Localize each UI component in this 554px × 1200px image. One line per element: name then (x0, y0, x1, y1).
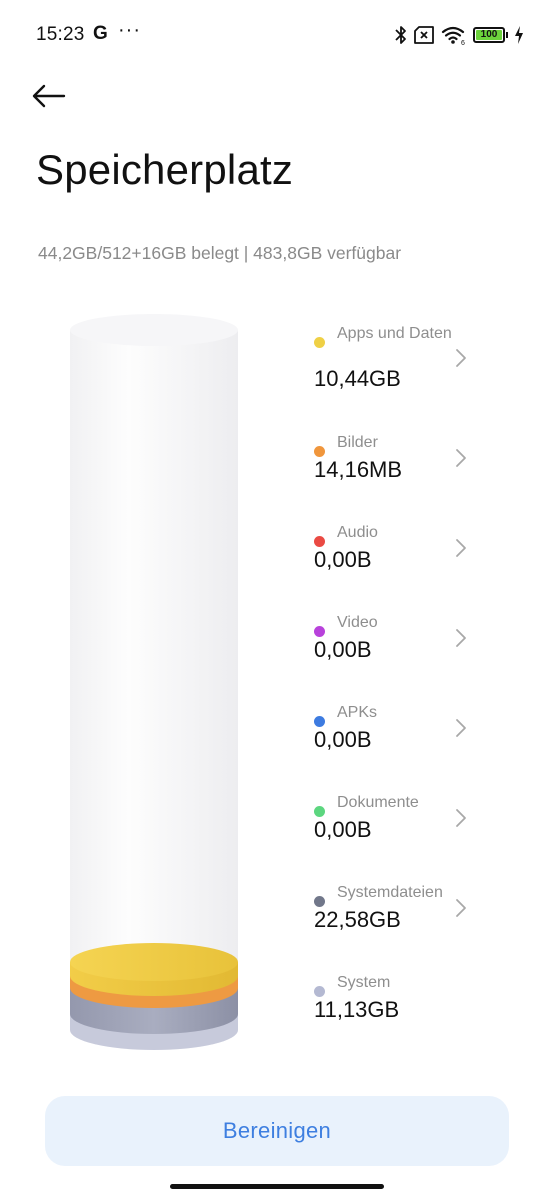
category-system: System 11,13GB (306, 967, 486, 1047)
category-apks[interactable]: APKs 0,00B (306, 697, 486, 777)
category-label: Systemdateien (337, 884, 443, 901)
segment-apps-top (70, 943, 238, 981)
category-systemdateien[interactable]: Systemdateien 22,58GB (306, 877, 486, 957)
status-time: 15:23 (36, 24, 85, 45)
storage-usage-summary: 44,2GB/512+16GB belegt | 483,8GB verfügb… (38, 243, 402, 263)
no-sim-icon (414, 26, 434, 44)
category-label: Apps und Daten (337, 325, 452, 342)
battery-icon: 100 (473, 27, 508, 43)
chevron-right-icon (456, 899, 466, 917)
category-size: 14,16MB (314, 457, 403, 482)
category-bilder[interactable]: Bilder 14,16MB (306, 427, 486, 507)
category-size: 10,44GB (314, 366, 401, 391)
chevron-right-icon (456, 809, 466, 827)
status-bar: 15:23 G ··· 6 100 (0, 0, 554, 70)
wifi-standard-label: 6 (461, 40, 465, 45)
category-size: 0,00B (314, 637, 372, 662)
chevron-right-icon (456, 449, 466, 467)
category-label: System (337, 974, 391, 991)
system-color-dot (314, 986, 325, 997)
category-size: 11,13GB (314, 997, 400, 1022)
back-arrow-icon (32, 84, 66, 108)
category-label: Bilder (337, 434, 378, 451)
category-apps-und-daten[interactable]: Apps und Daten 10,44GB (306, 318, 486, 398)
more-notifications-icon: ··· (118, 19, 141, 41)
clean-button[interactable]: Bereinigen (45, 1096, 509, 1166)
battery-level: 100 (476, 30, 502, 40)
category-size: 0,00B (314, 727, 372, 752)
clean-button-label: Bereinigen (222, 1118, 332, 1143)
category-label: Video (337, 614, 378, 631)
category-size: 0,00B (314, 547, 372, 572)
back-button[interactable] (32, 76, 80, 116)
storage-cylinder-chart (66, 308, 242, 1058)
bilder-color-dot (314, 446, 325, 457)
chevron-right-icon (456, 539, 466, 557)
category-label: Audio (337, 524, 378, 541)
category-video[interactable]: Video 0,00B (306, 607, 486, 687)
category-dokumente[interactable]: Dokumente 0,00B (306, 787, 486, 867)
category-size: 22,58GB (314, 907, 401, 932)
chevron-right-icon (456, 349, 466, 367)
dokumente-color-dot (314, 806, 325, 817)
home-indicator[interactable] (170, 1184, 384, 1189)
category-size: 0,00B (314, 817, 372, 842)
cylinder-top (70, 314, 238, 346)
apks-color-dot (314, 716, 325, 727)
status-icons: 6 100 (395, 24, 524, 46)
charging-icon (515, 26, 523, 44)
category-label: APKs (337, 704, 378, 721)
wifi-icon: 6 (441, 26, 465, 45)
bluetooth-icon (395, 26, 406, 44)
video-color-dot (314, 626, 325, 637)
systemdateien-color-dot (314, 896, 325, 907)
category-audio[interactable]: Audio 0,00B (306, 517, 486, 597)
cylinder-body (70, 330, 238, 1050)
chevron-right-icon (456, 629, 466, 647)
apps-color-dot (314, 337, 325, 348)
chevron-right-icon (456, 719, 466, 737)
page-title: Speicherplatz (36, 146, 294, 193)
google-icon: G (93, 23, 108, 44)
audio-color-dot (314, 536, 325, 547)
category-label: Dokumente (337, 794, 419, 811)
